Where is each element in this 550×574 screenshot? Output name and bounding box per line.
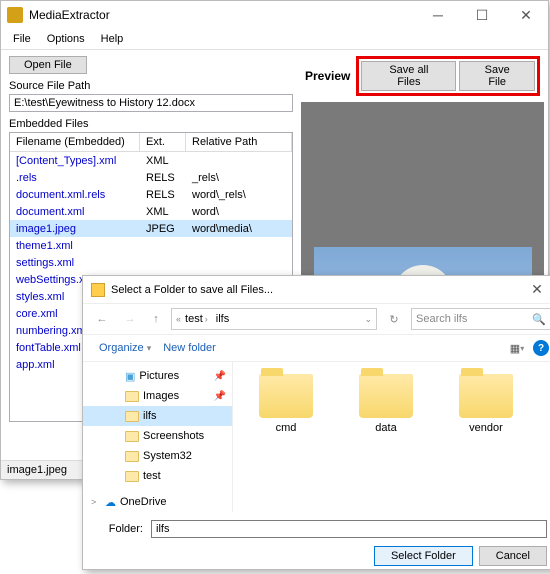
folder-icon: [359, 374, 413, 418]
embedded-files-label: Embedded Files: [9, 118, 293, 130]
folder-icon: [125, 451, 139, 462]
folder-item[interactable]: cmd: [251, 374, 321, 434]
save-all-files-button[interactable]: Save all Files: [361, 61, 456, 91]
app-icon: [7, 7, 23, 23]
folder-item[interactable]: data: [351, 374, 421, 434]
col-header-ext[interactable]: Ext.: [140, 133, 186, 151]
col-header-filename[interactable]: Filename (Embedded): [10, 133, 140, 151]
folder-icon: [91, 283, 105, 297]
tree-item[interactable]: >☁OneDrive: [83, 492, 232, 512]
preview-label: Preview: [305, 69, 350, 83]
tree-item[interactable]: System32: [83, 446, 232, 466]
file-row[interactable]: document.xmlXMLword\: [10, 203, 292, 220]
tree-item[interactable]: Screenshots: [83, 426, 232, 446]
search-placeholder: Search ilfs: [416, 313, 467, 325]
new-folder-button[interactable]: New folder: [157, 340, 222, 356]
file-row[interactable]: .relsRELS_rels\: [10, 169, 292, 186]
source-path-label: Source File Path: [9, 80, 293, 92]
cancel-button[interactable]: Cancel: [479, 546, 547, 566]
help-icon[interactable]: ?: [533, 340, 549, 356]
folder-icon: [125, 431, 139, 442]
tree-item[interactable]: ilfs: [83, 406, 232, 426]
address-dropdown-icon[interactable]: ⌄: [364, 314, 372, 325]
menu-file[interactable]: File: [7, 31, 37, 47]
close-button[interactable]: ✕: [504, 1, 548, 29]
forward-button[interactable]: →: [119, 308, 141, 330]
file-row[interactable]: theme1.xml: [10, 237, 292, 254]
titlebar: MediaExtractor ─ ☐ ✕: [1, 1, 548, 29]
up-button[interactable]: ↑: [147, 308, 165, 330]
pin-icon: 📌: [214, 391, 226, 402]
view-options-button[interactable]: ▦▾: [507, 339, 527, 357]
search-icon: 🔍: [532, 313, 546, 326]
tree-item[interactable]: test: [83, 466, 232, 486]
tree-item[interactable]: Images📌: [83, 386, 232, 406]
folder-icon: [125, 411, 139, 422]
col-header-path[interactable]: Relative Path: [186, 133, 292, 151]
source-path-field[interactable]: [9, 94, 293, 112]
file-row[interactable]: settings.xml: [10, 254, 292, 271]
back-button[interactable]: ←: [91, 308, 113, 330]
pictures-icon: ▣: [125, 370, 135, 383]
file-row[interactable]: image1.jpegJPEGword\media\: [10, 220, 292, 237]
dialog-title: Select a Folder to save all Files...: [111, 284, 515, 296]
menu-help[interactable]: Help: [95, 31, 130, 47]
folder-select-dialog: Select a Folder to save all Files... ✕ ←…: [82, 275, 550, 570]
dialog-close-button[interactable]: ✕: [515, 276, 550, 304]
refresh-button[interactable]: ↻: [383, 308, 405, 330]
select-folder-button[interactable]: Select Folder: [374, 546, 473, 566]
save-file-button[interactable]: Save File: [459, 61, 535, 91]
open-file-button[interactable]: Open File: [9, 56, 87, 74]
save-buttons-highlight: Save all Files Save File: [356, 56, 540, 96]
folder-icon: [125, 471, 139, 482]
folder-icon: [259, 374, 313, 418]
maximize-button[interactable]: ☐: [460, 1, 504, 29]
folder-field-label: Folder:: [95, 523, 143, 535]
folder-name-field[interactable]: [151, 520, 547, 538]
menubar: File Options Help: [1, 29, 548, 50]
app-title: MediaExtractor: [29, 8, 416, 22]
pin-icon: 📌: [214, 371, 226, 382]
file-row[interactable]: [Content_Types].xmlXML: [10, 152, 292, 169]
folder-icon: [125, 391, 139, 402]
folder-tree[interactable]: ▣Pictures📌Images📌ilfsScreenshotsSystem32…: [83, 362, 233, 512]
file-row[interactable]: document.xml.relsRELSword\_rels\: [10, 186, 292, 203]
menu-options[interactable]: Options: [41, 31, 91, 47]
breadcrumb-seg[interactable]: test: [185, 313, 203, 325]
organize-menu[interactable]: Organize ▾: [93, 340, 157, 356]
address-bar[interactable]: « test› ilfs ⌄: [171, 308, 377, 330]
files-pane[interactable]: cmddata vendor: [233, 362, 550, 512]
tree-item[interactable]: ▣Pictures📌: [83, 366, 232, 386]
folder-item[interactable]: vendor: [451, 374, 521, 434]
search-field[interactable]: Search ilfs 🔍: [411, 308, 550, 330]
cloud-icon: ☁: [105, 496, 116, 509]
breadcrumb-seg[interactable]: ilfs: [216, 313, 229, 325]
folder-icon: [459, 374, 513, 418]
minimize-button[interactable]: ─: [416, 1, 460, 29]
